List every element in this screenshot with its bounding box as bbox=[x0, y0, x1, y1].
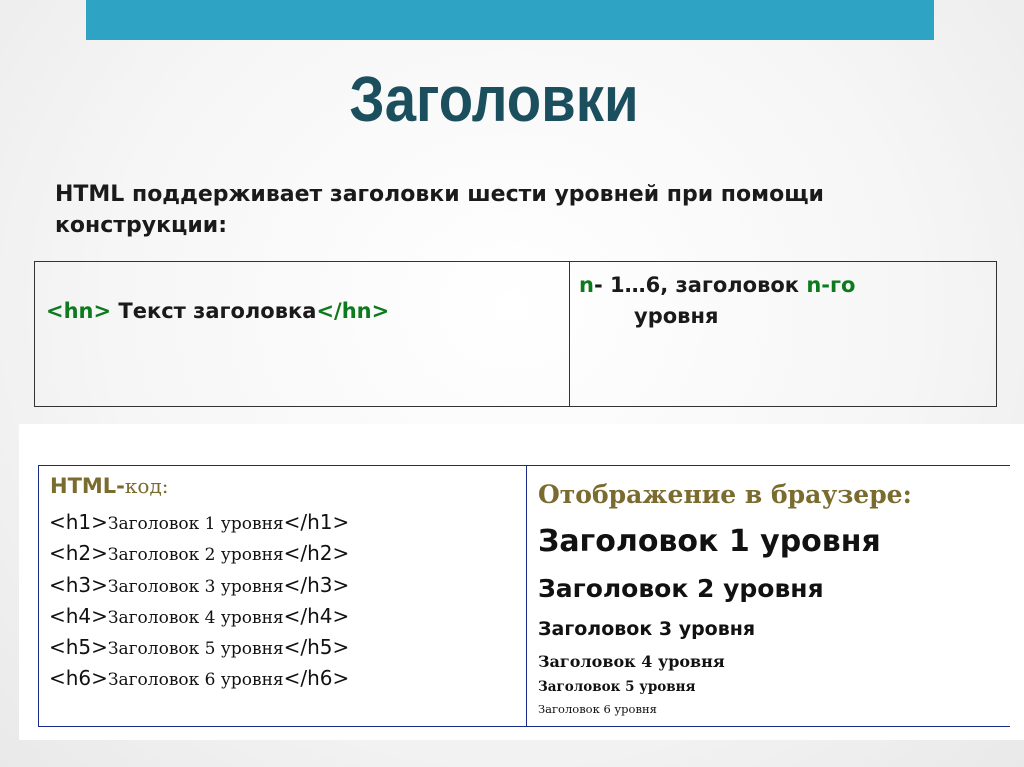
code-close-tag: </h6> bbox=[283, 666, 350, 691]
code-open-tag: <h5> bbox=[49, 635, 108, 660]
code-close-tag: </h5> bbox=[283, 635, 350, 660]
syntax-code: <hn> Текст заголовка</hn> bbox=[46, 299, 389, 323]
code-open-tag: <h2> bbox=[49, 541, 108, 566]
code-text: Заголовок 2 уровня bbox=[107, 545, 284, 566]
code-lines: <h1>Заголовок 1 уровня</h1> <h2>Заголово… bbox=[49, 508, 349, 696]
syntax-cell-code: <hn> Текст заголовка</hn> bbox=[35, 262, 570, 406]
code-line-h4: <h4>Заголовок 4 уровня</h4> bbox=[49, 602, 349, 633]
code-close-tag: </h4> bbox=[283, 603, 350, 628]
code-text: Заголовок 4 уровня bbox=[107, 607, 284, 628]
code-line-h6: <h6>Заголовок 6 уровня</h6> bbox=[49, 664, 349, 695]
code-open-tag: <h4> bbox=[49, 603, 108, 628]
desc-mid: - 1…6, заголовок bbox=[593, 273, 807, 297]
close-tag: </hn> bbox=[316, 299, 390, 323]
slide-title: Заголовки bbox=[349, 63, 639, 135]
syntax-description: n- 1…6, заголовок n-го уровня bbox=[579, 270, 855, 332]
rendered-heading-1: Заголовок 1 уровня bbox=[538, 524, 881, 559]
code-open-tag: <h1> bbox=[49, 510, 108, 534]
syntax-text: Текст заголовка bbox=[111, 299, 317, 323]
code-column-header: HTML-код: bbox=[50, 474, 169, 498]
code-open-tag: <h3> bbox=[49, 572, 108, 597]
rendered-heading-6: Заголовок 6 уровня bbox=[538, 702, 657, 716]
rendered-heading-3: Заголовок 3 уровня bbox=[538, 618, 756, 640]
code-text: Заголовок 5 уровня bbox=[107, 639, 284, 660]
code-line-h1: <h1>Заголовок 1 уровня</h1> bbox=[49, 508, 349, 539]
top-accent-bar bbox=[86, 0, 934, 40]
intro-line-1: HTML поддерживает заголовки шести уровне… bbox=[55, 182, 824, 207]
syntax-desc-line-1: n- 1…6, заголовок n-го bbox=[579, 270, 855, 301]
html-code-column: HTML-код: <h1>Заголовок 1 уровня</h1> <h… bbox=[39, 466, 527, 726]
code-text: Заголовок 3 уровня bbox=[107, 576, 284, 597]
code-line-h2: <h2>Заголовок 2 уровня</h2> bbox=[49, 539, 349, 570]
code-text: Заголовок 1 уровня bbox=[107, 514, 284, 534]
syntax-table: <hn> Текст заголовка</hn> n- 1…6, заголо… bbox=[34, 261, 997, 407]
code-header-kod: код: bbox=[124, 474, 169, 498]
open-tag: <hn> bbox=[46, 299, 112, 323]
code-open-tag: <h6> bbox=[49, 666, 108, 691]
intro-line-2: конструкции: bbox=[55, 213, 227, 238]
browser-render-column: Отображение в браузере: Заголовок 1 уров… bbox=[527, 466, 1010, 726]
code-line-h3: <h3>Заголовок 3 уровня</h3> bbox=[49, 571, 349, 602]
example-table: HTML-код: <h1>Заголовок 1 уровня</h1> <h… bbox=[38, 465, 1010, 727]
rendered-heading-5: Заголовок 5 уровня bbox=[538, 679, 696, 695]
rendered-heading-2: Заголовок 2 уровня bbox=[538, 574, 824, 603]
syntax-desc-line-2: уровня bbox=[634, 304, 719, 328]
code-close-tag: </h3> bbox=[283, 572, 350, 597]
desc-ngo: n-го bbox=[806, 273, 856, 297]
code-text: Заголовок 6 уровня bbox=[107, 670, 284, 691]
code-close-tag: </h1> bbox=[283, 510, 350, 534]
code-close-tag: </h2> bbox=[283, 541, 350, 566]
intro-text: HTML поддерживает заголовки шести уровне… bbox=[55, 179, 975, 241]
desc-n: n bbox=[579, 273, 594, 297]
rendered-heading-4: Заголовок 4 уровня bbox=[538, 652, 725, 671]
syntax-cell-description: n- 1…6, заголовок n-го уровня bbox=[570, 262, 996, 406]
render-column-header: Отображение в браузере: bbox=[538, 480, 912, 509]
example-panel: HTML-код: <h1>Заголовок 1 уровня</h1> <h… bbox=[19, 424, 1024, 740]
code-line-h5: <h5>Заголовок 5 уровня</h5> bbox=[49, 633, 349, 664]
code-header-html: HTML- bbox=[50, 474, 125, 498]
